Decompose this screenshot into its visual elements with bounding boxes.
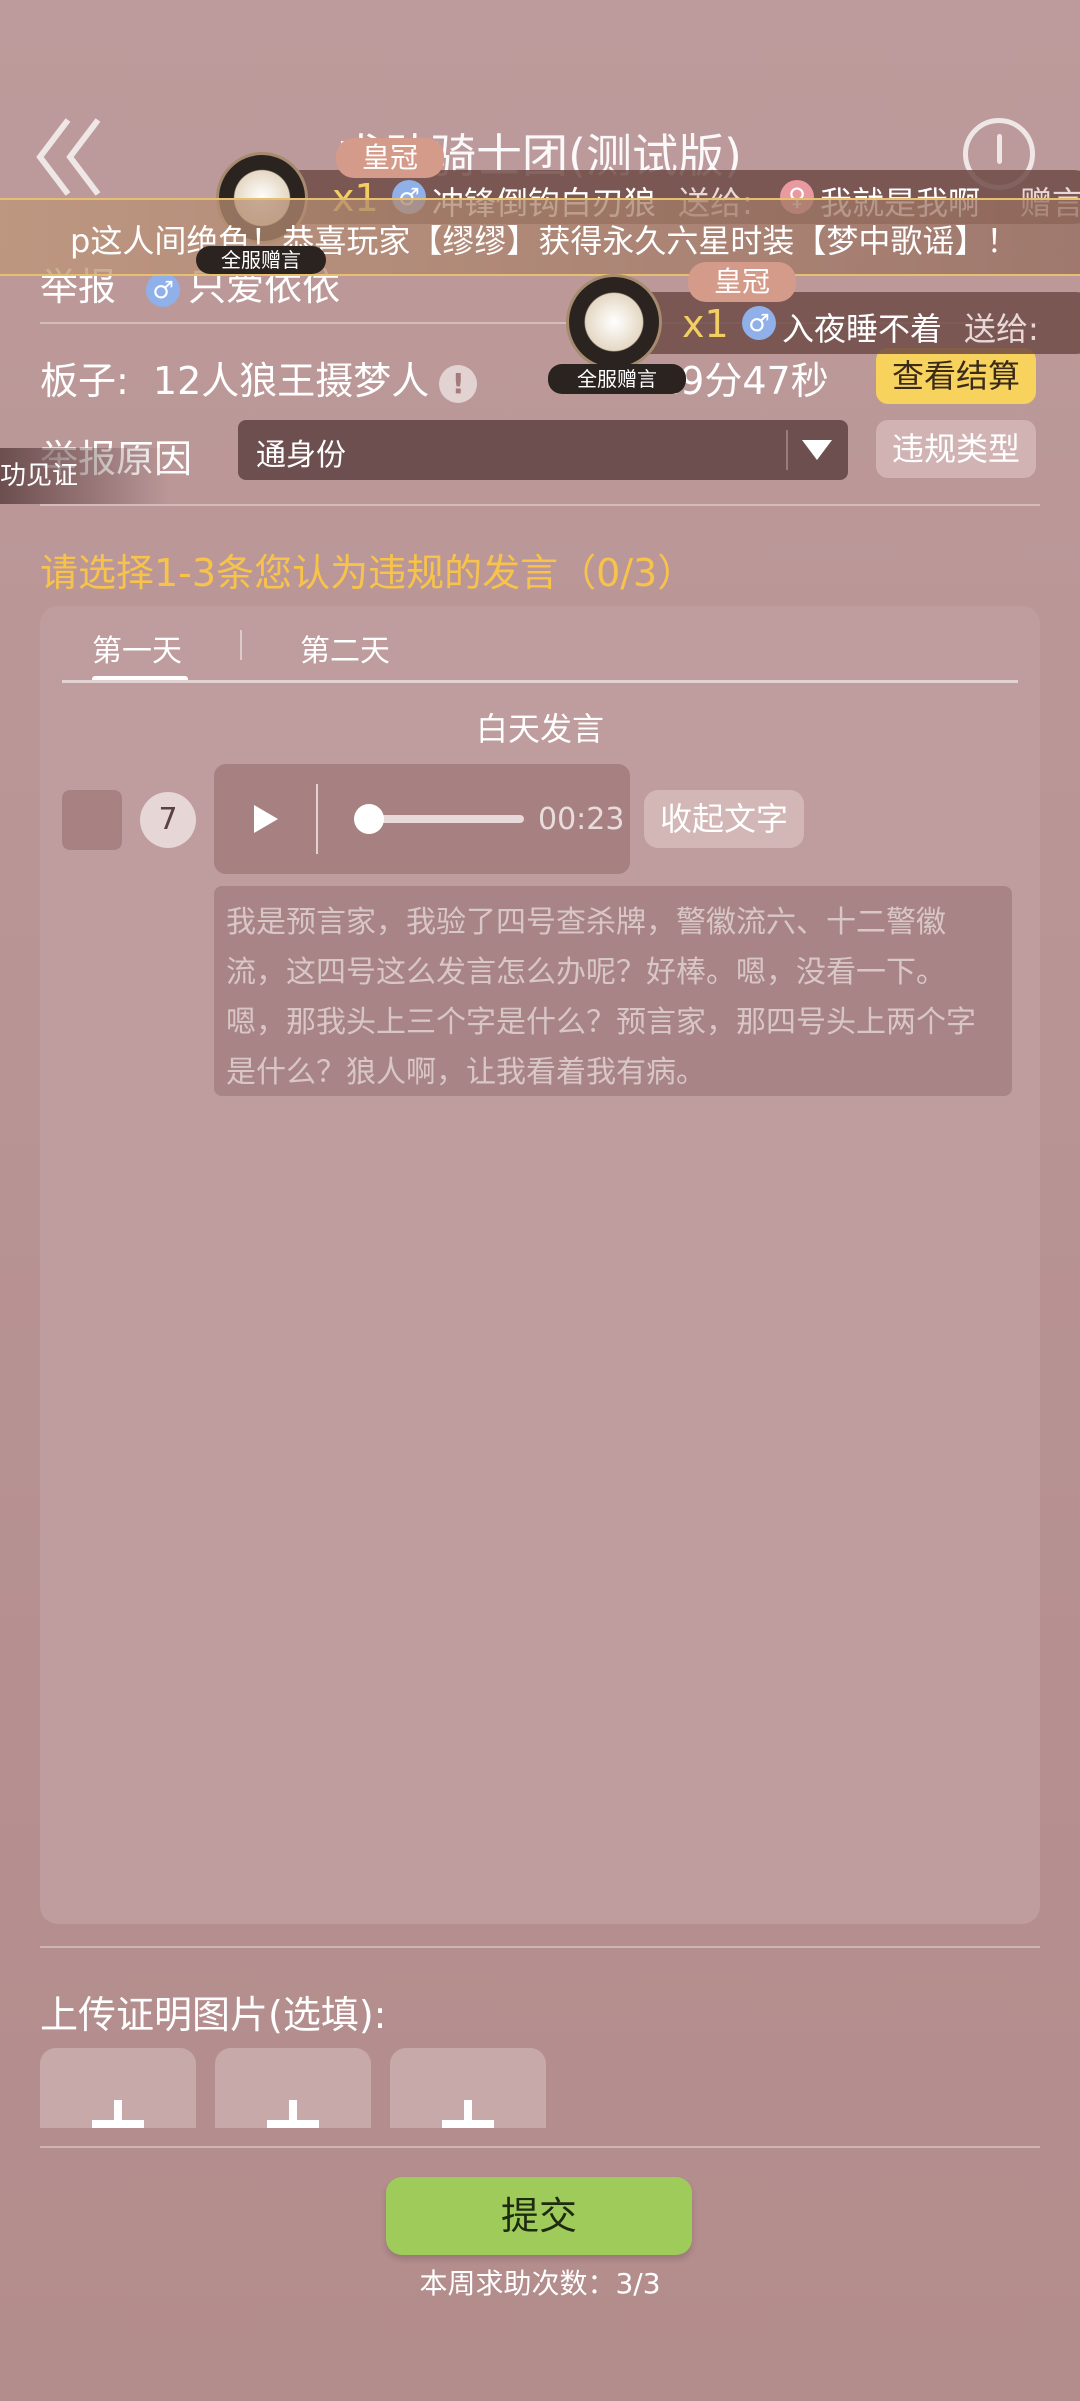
page: 求助骑士团(测试版) 举报 ♂ 只爱依依 板子: 12人狼王摄梦人! 19分47秒… [0,0,1080,2401]
male-icon: ♂ [146,272,181,307]
allserver-badge: 全服赠言 [196,246,326,274]
warning-icon[interactable]: ! [439,364,478,403]
play-icon[interactable] [254,805,278,833]
tab-separator [240,630,242,660]
audio-progress-knob[interactable] [354,804,384,834]
board-label: 板子: [40,359,129,403]
divider [40,504,1040,506]
tab-day2[interactable]: 第二天 [300,626,390,670]
select-separator [786,430,788,470]
player-separator [316,784,318,854]
speech-transcript: 我是预言家，我验了四号查杀牌，警徽流六、十二警徽流，这四号这么发言怎么办呢？好棒… [214,886,1012,1096]
allserver-badge: 全服赠言 [548,364,686,394]
male-icon: ♂ [742,306,776,340]
section-title: 白天发言 [475,710,604,748]
gift-sender: 入夜睡不着 [782,310,943,348]
speech-checkbox[interactable] [62,790,122,850]
gift-send-to: 送给: [964,310,1039,348]
plus-icon-bar [267,2120,319,2128]
side-tag: 功见证 [0,448,170,504]
plus-icon-bar [92,2120,144,2128]
board-row: 板子: 12人狼王摄梦人! [40,350,478,405]
player-number-badge: 7 [140,792,196,848]
gift-tag: 皇冠 [336,138,444,178]
submit-button[interactable]: 提交 [386,2177,692,2255]
crown-icon [566,274,662,370]
upload-slot[interactable] [390,2048,546,2128]
tab-underline [62,680,1018,683]
audio-duration: 00:23 [538,802,625,837]
violation-type-button[interactable]: 违规类型 [876,420,1036,478]
tab-day1[interactable]: 第一天 [92,626,182,670]
upload-slot[interactable] [215,2048,371,2128]
divider [40,1946,1040,1948]
divider [40,2146,1040,2148]
gift-tag: 皇冠 [688,262,796,302]
plus-icon-bar [442,2120,494,2128]
chevron-down-icon [802,440,832,460]
back-icon[interactable] [36,112,106,202]
gift-count: x1 [682,302,729,346]
board-value: 12人狼王摄梦人 [152,359,430,403]
audio-player: 00:23 [214,764,630,874]
select-prompt: 请选择1-3条您认为违规的发言（0/3） [40,551,696,595]
upload-slot[interactable] [40,2048,196,2128]
collapse-text-button[interactable]: 收起文字 [644,790,804,848]
upload-title: 上传证明图片(选填): [40,1993,387,2037]
speech-card: 第一天 第二天 白天发言 7 00:23 收起文字 我是预言家，我验了四号查杀牌… [40,606,1040,1924]
reason-select-value: 通身份 [256,438,346,473]
view-settlement-button[interactable]: 查看结算 [876,348,1036,404]
reason-select[interactable]: 通身份 [238,420,848,480]
help-quota: 本周求助次数：3/3 [419,2267,661,2300]
